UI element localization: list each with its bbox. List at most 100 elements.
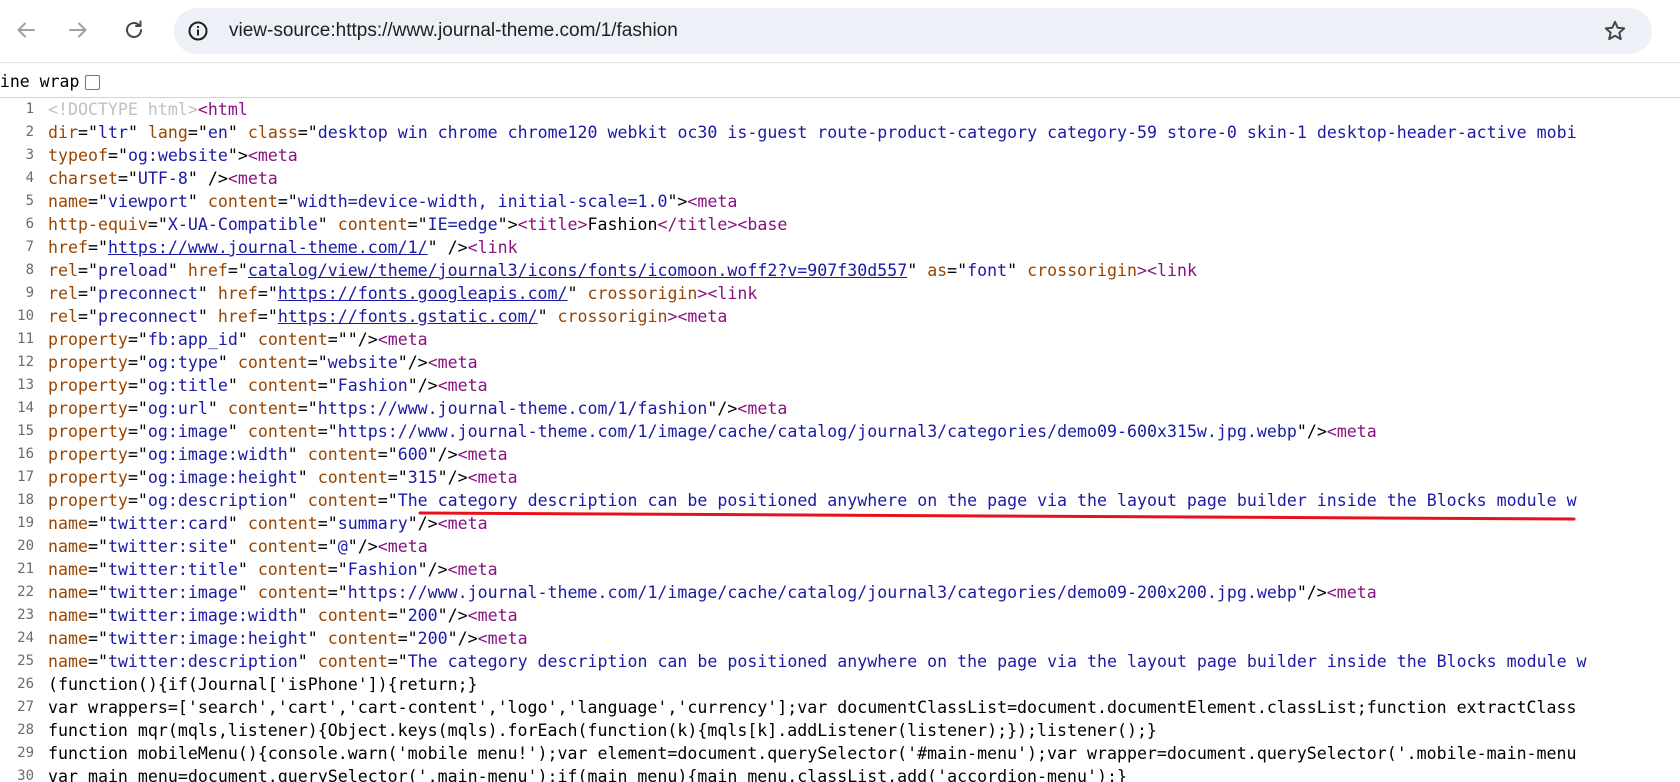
line-number: 25: [17, 653, 34, 669]
source-token: </title><base: [657, 215, 788, 234]
url-text[interactable]: view-source:https://www.journal-theme.co…: [229, 8, 678, 54]
source-token: =": [77, 123, 98, 142]
line-number: 27: [17, 699, 34, 715]
source-token: og:image:height: [147, 468, 298, 487]
line-number: 3: [25, 147, 34, 163]
line-number: 7: [25, 239, 34, 255]
source-token: content: [257, 560, 328, 579]
source-token: =": [87, 629, 108, 648]
source-token: property: [48, 491, 128, 510]
source-token: ": [297, 652, 318, 671]
source-token: https://www.journal-theme.com/1/image/ca…: [347, 583, 1297, 602]
source-token: content: [257, 330, 328, 349]
source-token: =": [127, 468, 148, 487]
arrow-right-icon: [67, 19, 89, 41]
source-token: =": [377, 445, 398, 464]
line-code: name="twitter:image" content="https://ww…: [48, 581, 1377, 604]
line-code: href="https://www.journal-theme.com/1/" …: [48, 236, 518, 259]
source-token: ": [227, 123, 248, 142]
info-circle-icon[interactable]: [186, 19, 210, 43]
star-outline-icon[interactable]: [1602, 18, 1628, 44]
source-line: 29 function mobileMenu(){console.warn('mo…: [0, 742, 1680, 765]
source-token: =": [297, 399, 318, 418]
source-token: The category description can be position…: [397, 491, 1577, 510]
source-token: crossorigin: [587, 284, 698, 303]
source-line: 25 name="twitter:description" content="Th…: [0, 650, 1680, 673]
source-token: =": [397, 629, 418, 648]
source-line: 2 dir="ltr" lang="en" class="desktop win …: [0, 121, 1680, 144]
line-code: <!DOCTYPE html><html: [48, 98, 248, 121]
source-token: name: [48, 652, 88, 671]
source-token: <link: [467, 238, 518, 257]
source-token: "/>: [447, 629, 478, 648]
source-token: og:image:width: [147, 445, 288, 464]
reload-button[interactable]: [115, 11, 153, 49]
source-token: <!DOCTYPE html>: [48, 100, 198, 119]
source-token: "/>: [437, 606, 468, 625]
source-token: name: [48, 606, 88, 625]
source-token: rel: [48, 307, 78, 326]
source-token: =": [87, 606, 108, 625]
line-code: property="og:image:height" content="315"…: [48, 466, 518, 489]
source-token: UTF-8: [137, 169, 188, 188]
source-link[interactable]: catalog/view/theme/journal3/icons/fonts/…: [248, 261, 907, 280]
line-code: http-equiv="X-UA-Compatible" content="IE…: [48, 213, 787, 236]
source-link[interactable]: https://www.journal-theme.com/1/: [108, 238, 428, 257]
source-token: var main_menu=document.querySelector('.m…: [48, 767, 1127, 782]
line-code: charset="UTF-8" /><meta: [48, 167, 278, 190]
source-line: 12 property="og:type" content="website"/>…: [0, 351, 1680, 374]
line-number: 30: [17, 768, 34, 782]
source-line: 22 name="twitter:image" content="https://…: [0, 581, 1680, 604]
source-line: 9 rel="preconnect" href="https://fonts.go…: [0, 282, 1680, 305]
source-line: 13 property="og:title" content="Fashion"/…: [0, 374, 1680, 397]
source-token: ": [227, 537, 248, 556]
address-bar[interactable]: view-source:https://www.journal-theme.co…: [174, 8, 1652, 54]
source-line: 30 var main_menu=document.querySelector('…: [0, 765, 1680, 782]
source-token: ltr: [97, 123, 128, 142]
source-token: =": [257, 284, 278, 303]
source-token: font: [967, 261, 1008, 280]
source-token: og:title: [147, 376, 228, 395]
source-token: "/>: [1296, 583, 1327, 602]
source-token: function mobileMenu(){console.warn('mobi…: [48, 744, 1577, 763]
source-token: href: [217, 284, 258, 303]
source-token: "/>: [707, 399, 738, 418]
source-token: =": [317, 422, 338, 441]
source-token: =": [387, 468, 408, 487]
source-token: dir: [48, 123, 78, 142]
source-line: 18 property="og:description" content="The…: [0, 489, 1680, 512]
source-token: viewport: [107, 192, 188, 211]
source-token: https://www.journal-theme.com/1/fashion: [317, 399, 708, 418]
source-token: name: [48, 537, 88, 556]
source-token: ": [287, 491, 308, 510]
line-code: name="twitter:description" content="The …: [48, 650, 1587, 673]
source-token: =": [127, 422, 148, 441]
line-code: rel="preconnect" href="https://fonts.gst…: [48, 305, 727, 328]
line-wrap-checkbox[interactable]: [85, 74, 101, 90]
source-token: preconnect: [97, 284, 198, 303]
source-link[interactable]: https://fonts.gstatic.com/: [278, 307, 538, 326]
source-token: =": [317, 537, 338, 556]
source-line: 4 charset="UTF-8" /><meta: [0, 167, 1680, 190]
source-token: =": [307, 353, 328, 372]
source-token: ": [227, 376, 248, 395]
source-link[interactable]: https://fonts.googleapis.com/: [278, 284, 568, 303]
source-token: "/>: [427, 445, 458, 464]
source-token: property: [48, 468, 128, 487]
source-token: "/>: [1296, 422, 1327, 441]
source-token: =": [377, 491, 398, 510]
source-token: <meta: [1326, 583, 1377, 602]
source-token: typeof: [48, 146, 108, 165]
source-token: en: [207, 123, 228, 142]
back-button[interactable]: [7, 11, 45, 49]
source-token: =": [87, 514, 108, 533]
source-token: name: [48, 560, 88, 579]
source-token: property: [48, 422, 128, 441]
source-token: content: [317, 468, 388, 487]
source-token: fb:app_id: [147, 330, 238, 349]
line-code: typeof="og:website"><meta: [48, 144, 298, 167]
line-code: property="og:url" content="https://www.j…: [48, 397, 787, 420]
line-code: dir="ltr" lang="en" class="desktop win c…: [48, 121, 1577, 144]
forward-button[interactable]: [59, 11, 97, 49]
source-token: <meta: [227, 169, 278, 188]
